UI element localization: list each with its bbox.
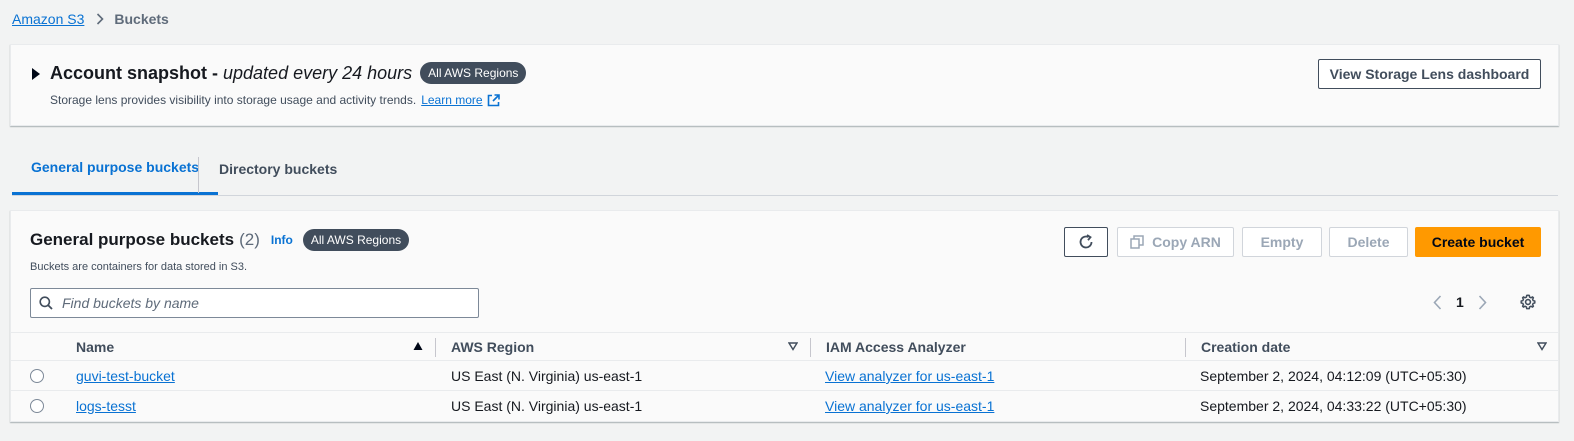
info-link[interactable]: Info: [271, 233, 293, 247]
column-header-name[interactable]: Name: [76, 339, 114, 355]
buckets-description: Buckets are containers for data stored i…: [30, 261, 248, 273]
learn-more-link[interactable]: Learn more: [421, 93, 482, 107]
tab-divider: [198, 157, 199, 193]
account-snapshot-panel: Account snapshot - updated every 24 hour…: [10, 44, 1559, 126]
buckets-count: (2): [239, 230, 260, 249]
chevron-right-icon: [96, 13, 105, 25]
table-header: Name AWS Region IAM Access Analyzer Crea…: [11, 332, 1558, 361]
caret-right-icon[interactable]: [31, 67, 41, 80]
bucket-region: US East (N. Virginia) us-east-1: [451, 398, 643, 414]
bucket-creation-date: September 2, 2024, 04:12:09 (UTC+05:30): [1200, 368, 1467, 384]
refresh-button[interactable]: [1064, 227, 1108, 257]
copy-arn-button[interactable]: Copy ARN: [1117, 227, 1234, 257]
buckets-heading: General purpose buckets (2) Info All AWS…: [30, 229, 410, 251]
breadcrumb-link-amazon-s3[interactable]: Amazon S3: [12, 11, 84, 27]
buckets-panel: General purpose buckets (2) Info All AWS…: [10, 210, 1559, 422]
column-divider[interactable]: [1185, 338, 1186, 357]
sort-ascending-icon[interactable]: [413, 341, 423, 351]
sort-icon[interactable]: [1537, 341, 1547, 351]
breadcrumb-current: Buckets: [114, 11, 169, 27]
view-storage-lens-button[interactable]: View Storage Lens dashboard: [1318, 59, 1541, 89]
delete-button[interactable]: Delete: [1329, 227, 1408, 257]
bucket-region: US East (N. Virginia) us-east-1: [451, 368, 643, 384]
sort-icon[interactable]: [788, 341, 798, 351]
table-row[interactable]: logs-tesst US East (N. Virginia) us-east…: [11, 391, 1558, 421]
snapshot-heading: Account snapshot - updated every 24 hour…: [50, 62, 527, 84]
copy-arn-label: Copy ARN: [1152, 234, 1221, 250]
bucket-type-tabs: General purpose buckets Directory bucket…: [12, 142, 1558, 196]
column-header-region[interactable]: AWS Region: [451, 339, 534, 355]
snapshot-description-row: Storage lens provides visibility into st…: [50, 93, 500, 107]
snapshot-title-separator: -: [212, 62, 219, 83]
chevron-left-icon[interactable]: [1433, 294, 1442, 310]
column-divider[interactable]: [810, 338, 811, 357]
search-field: [30, 288, 479, 318]
regions-badge: All AWS Regions: [302, 229, 410, 251]
column-header-creation-date[interactable]: Creation date: [1201, 339, 1290, 355]
view-analyzer-link[interactable]: View analyzer for us-east-1: [825, 398, 994, 414]
buckets-title: General purpose buckets: [30, 230, 235, 249]
column-divider[interactable]: [435, 338, 436, 357]
search-input[interactable]: [62, 295, 462, 311]
regions-badge: All AWS Regions: [420, 62, 527, 84]
refresh-icon: [1078, 234, 1094, 250]
tab-directory-buckets[interactable]: Directory buckets: [200, 142, 356, 195]
chevron-right-icon[interactable]: [1478, 294, 1487, 310]
snapshot-description: Storage lens provides visibility into st…: [50, 93, 417, 107]
view-analyzer-link[interactable]: View analyzer for us-east-1: [825, 368, 994, 384]
page-number[interactable]: 1: [1456, 294, 1464, 310]
bucket-name-link[interactable]: guvi-test-bucket: [76, 368, 175, 384]
column-header-iam-access-analyzer[interactable]: IAM Access Analyzer: [826, 339, 966, 355]
external-link-icon[interactable]: [487, 93, 500, 107]
create-bucket-button[interactable]: Create bucket: [1415, 227, 1541, 257]
gear-icon[interactable]: [1520, 294, 1536, 310]
tab-general-purpose-buckets[interactable]: General purpose buckets: [12, 142, 219, 195]
snapshot-title: Account snapshot: [50, 62, 208, 83]
row-select-radio[interactable]: [30, 369, 44, 383]
snapshot-subtitle: updated every 24 hours: [223, 62, 413, 83]
bucket-name-link[interactable]: logs-tesst: [76, 398, 136, 414]
row-select-radio[interactable]: [30, 399, 44, 413]
copy-icon: [1130, 235, 1144, 249]
bucket-creation-date: September 2, 2024, 04:33:22 (UTC+05:30): [1200, 398, 1467, 414]
search-icon: [39, 296, 53, 310]
breadcrumb: Amazon S3 Buckets: [12, 10, 169, 28]
table-row[interactable]: guvi-test-bucket US East (N. Virginia) u…: [11, 361, 1558, 391]
pagination: 1: [1433, 294, 1487, 310]
empty-button[interactable]: Empty: [1242, 227, 1322, 257]
